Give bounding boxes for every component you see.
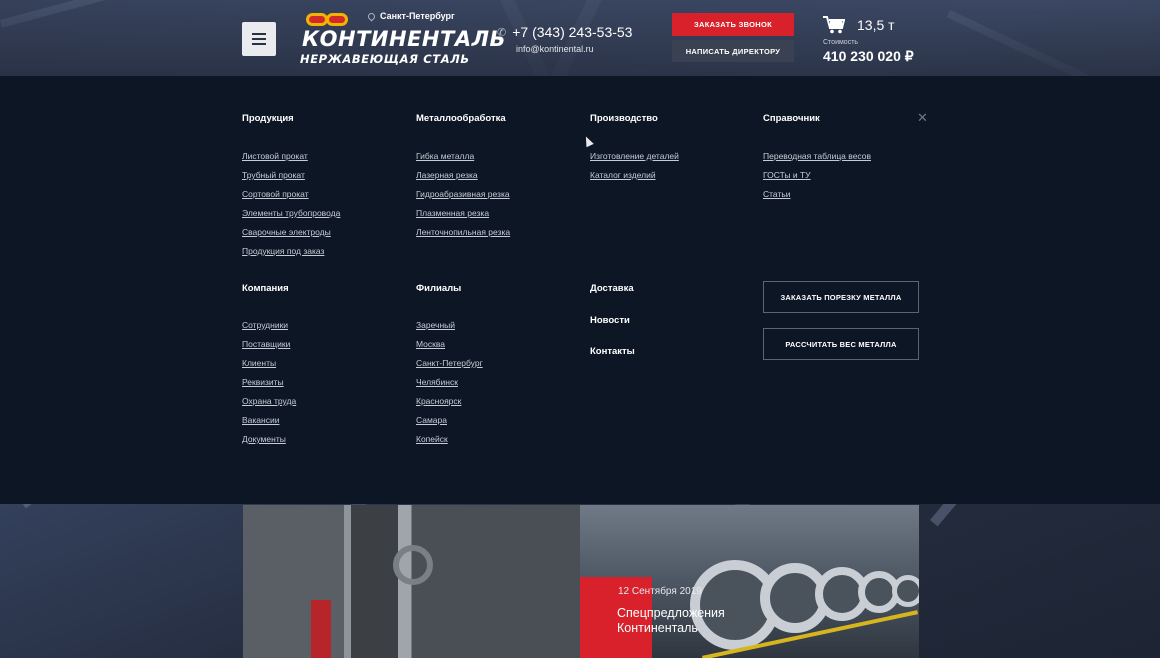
- menu-heading-products[interactable]: Продукция: [242, 113, 294, 124]
- cart-cost-label: Стоимость: [823, 39, 859, 46]
- logo-mark-icon: [306, 13, 352, 27]
- menu-list-branches: Заречный Москва Санкт-Петербург Челябинс…: [416, 320, 483, 453]
- menu-link[interactable]: Каталог изделий: [590, 170, 656, 180]
- promo-date: 12 Сентября 2019: [618, 586, 702, 597]
- menu-link[interactable]: Сварочные электроды: [242, 227, 331, 237]
- city-selector[interactable]: Санкт-Петербург: [366, 11, 455, 21]
- menu-link[interactable]: Плазменная резка: [416, 208, 489, 218]
- write-director-button[interactable]: НАПИСАТЬ ДИРЕКТОРУ: [672, 40, 794, 62]
- menu-link[interactable]: Документы: [242, 434, 286, 444]
- menu-link[interactable]: Ленточнопильная резка: [416, 227, 510, 237]
- menu-icon[interactable]: [242, 22, 276, 56]
- cart-weight: 13,5 т: [857, 17, 895, 33]
- site-header: КОНТИНЕНТАЛЬ НЕРЖАВЕЮЩАЯ СТАЛЬ Санкт-Пет…: [0, 0, 1160, 76]
- cart-widget[interactable]: 13,5 т Стоимость 410 230 020 ₽: [823, 15, 943, 67]
- menu-link[interactable]: Поставщики: [242, 339, 290, 349]
- menu-list-production: Изготовление деталей Каталог изделий: [590, 151, 679, 189]
- menu-list-company: Сотрудники Поставщики Клиенты Реквизиты …: [242, 320, 296, 453]
- menu-link[interactable]: Охрана труда: [242, 396, 296, 406]
- menu-heading-metalworking[interactable]: Металлообработка: [416, 113, 506, 124]
- menu-link[interactable]: Продукция под заказ: [242, 246, 324, 256]
- menu-link[interactable]: Клиенты: [242, 358, 276, 368]
- close-icon[interactable]: ✕: [917, 110, 928, 126]
- calculate-weight-button[interactable]: РАССЧИТАТЬ ВЕС МЕТАЛЛА: [763, 328, 919, 360]
- menu-link[interactable]: Трубный прокат: [242, 170, 305, 180]
- menu-link[interactable]: Лазерная резка: [416, 170, 478, 180]
- menu-link[interactable]: Гидроабразивная резка: [416, 189, 510, 199]
- menu-link[interactable]: Вакансии: [242, 415, 279, 425]
- menu-heading-reference[interactable]: Справочник: [763, 113, 820, 124]
- city-label: Санкт-Петербург: [380, 11, 455, 21]
- logo-subtitle: НЕРЖАВЕЮЩАЯ СТАЛЬ: [300, 52, 470, 66]
- menu-link[interactable]: Челябинск: [416, 377, 458, 387]
- menu-link-contacts[interactable]: Контакты: [590, 346, 635, 357]
- menu-list-reference: Переводная таблица весов ГОСТы и ТУ Стат…: [763, 151, 871, 208]
- phone-number: +7 (343) 243-53-53: [512, 24, 633, 40]
- menu-link[interactable]: Статьи: [763, 189, 791, 199]
- menu-link[interactable]: Листовой прокат: [242, 151, 308, 161]
- order-call-button[interactable]: ЗАКАЗАТЬ ЗВОНОК: [672, 13, 794, 36]
- menu-link[interactable]: Копейск: [416, 434, 448, 444]
- menu-list-metalworking: Гибка металла Лазерная резка Гидроабрази…: [416, 151, 510, 246]
- menu-heading-production[interactable]: Производство: [590, 113, 658, 124]
- promo-title[interactable]: Спецпредложения Континенталь: [617, 606, 725, 636]
- menu-link[interactable]: Сортовой прокат: [242, 189, 309, 199]
- menu-link[interactable]: Реквизиты: [242, 377, 284, 387]
- menu-link[interactable]: ГОСТы и ТУ: [763, 170, 811, 180]
- location-pin-icon: [366, 11, 377, 21]
- promo-title-line: Континенталь: [617, 621, 698, 635]
- menu-link[interactable]: Москва: [416, 339, 445, 349]
- menu-link[interactable]: Заречный: [416, 320, 455, 330]
- phone-icon: ✆: [497, 26, 507, 39]
- menu-link-news[interactable]: Новости: [590, 315, 630, 326]
- menu-heading-branches[interactable]: Филиалы: [416, 283, 461, 294]
- menu-link[interactable]: Сотрудники: [242, 320, 288, 330]
- promo-title-line: Спецпредложения: [617, 606, 725, 620]
- cart-cost: 410 230 020 ₽: [823, 48, 914, 64]
- menu-link[interactable]: Изготовление деталей: [590, 151, 679, 161]
- menu-link-delivery[interactable]: Доставка: [590, 283, 634, 294]
- menu-list-products: Листовой прокат Трубный прокат Сортовой …: [242, 151, 340, 265]
- menu-link[interactable]: Элементы трубопровода: [242, 208, 340, 218]
- mega-menu: [0, 76, 1160, 504]
- email-link[interactable]: info@kontinental.ru: [516, 44, 594, 54]
- menu-link[interactable]: Красноярск: [416, 396, 461, 406]
- order-cutting-button[interactable]: ЗАКАЗАТЬ ПОРЕЗКУ МЕТАЛЛА: [763, 281, 919, 313]
- menu-link[interactable]: Гибка металла: [416, 151, 474, 161]
- menu-link[interactable]: Переводная таблица весов: [763, 151, 871, 161]
- logo-name: КОНТИНЕНТАЛЬ: [302, 27, 507, 51]
- news-tile-image[interactable]: [243, 505, 580, 658]
- menu-link[interactable]: Санкт-Петербург: [416, 358, 483, 368]
- phone-link[interactable]: ✆ +7 (343) 243-53-53: [497, 24, 632, 40]
- cart-icon: [823, 16, 845, 34]
- menu-heading-company[interactable]: Компания: [242, 283, 289, 294]
- menu-link[interactable]: Самара: [416, 415, 447, 425]
